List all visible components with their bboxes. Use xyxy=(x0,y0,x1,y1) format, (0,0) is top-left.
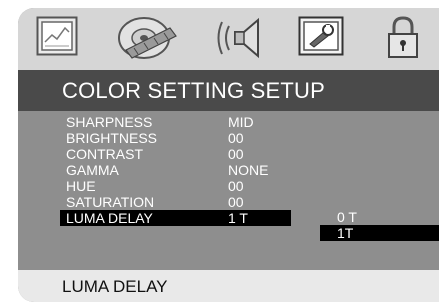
option-label: 1T xyxy=(337,225,354,241)
setting-row-brightness[interactable]: BRIGHTNESS 00 xyxy=(18,130,439,146)
title-bar: COLOR SETTING SETUP xyxy=(18,70,439,111)
setting-label: SHARPNESS xyxy=(66,114,153,130)
option-1t[interactable]: 1T xyxy=(320,225,439,241)
setting-label: LUMA DELAY xyxy=(66,210,153,226)
page-title: COLOR SETTING SETUP xyxy=(62,78,325,103)
setting-value: 00 xyxy=(228,194,244,210)
setting-row-gamma[interactable]: GAMMA NONE xyxy=(18,162,439,178)
menu-icon-bar xyxy=(18,8,439,70)
setting-value: 00 xyxy=(228,178,244,194)
option-label: 0 T xyxy=(337,209,357,225)
setting-value: 00 xyxy=(228,146,244,162)
setting-row-sharpness[interactable]: SHARPNESS MID xyxy=(18,114,439,130)
preference-setup-icon[interactable] xyxy=(298,16,344,56)
setting-value: 00 xyxy=(228,130,244,146)
setting-row-contrast[interactable]: CONTRAST 00 xyxy=(18,146,439,162)
option-submenu: 0 T 1T xyxy=(320,209,439,253)
option-0t[interactable]: 0 T xyxy=(320,209,439,225)
setting-value: 1 T xyxy=(228,210,248,226)
setting-label: SATURATION xyxy=(66,194,155,210)
setting-row-hue[interactable]: HUE 00 xyxy=(18,178,439,194)
general-setup-icon[interactable] xyxy=(36,16,78,56)
osd-setup-screen: COLOR SETTING SETUP SHARPNESS MID BRIGHT… xyxy=(18,8,439,302)
setting-label: CONTRAST xyxy=(66,146,143,162)
setting-value: NONE xyxy=(228,162,269,178)
password-lock-icon[interactable] xyxy=(386,14,420,60)
status-text: LUMA DELAY xyxy=(62,277,168,296)
video-setup-icon[interactable] xyxy=(112,14,182,64)
status-bar: LUMA DELAY xyxy=(18,270,439,302)
setting-row-saturation[interactable]: SATURATION 00 xyxy=(18,194,439,210)
setting-value: MID xyxy=(228,114,254,130)
setting-label: BRIGHTNESS xyxy=(66,130,158,146)
audio-setup-icon[interactable] xyxy=(214,16,270,60)
setting-label: HUE xyxy=(66,178,96,194)
setting-label: GAMMA xyxy=(66,162,119,178)
